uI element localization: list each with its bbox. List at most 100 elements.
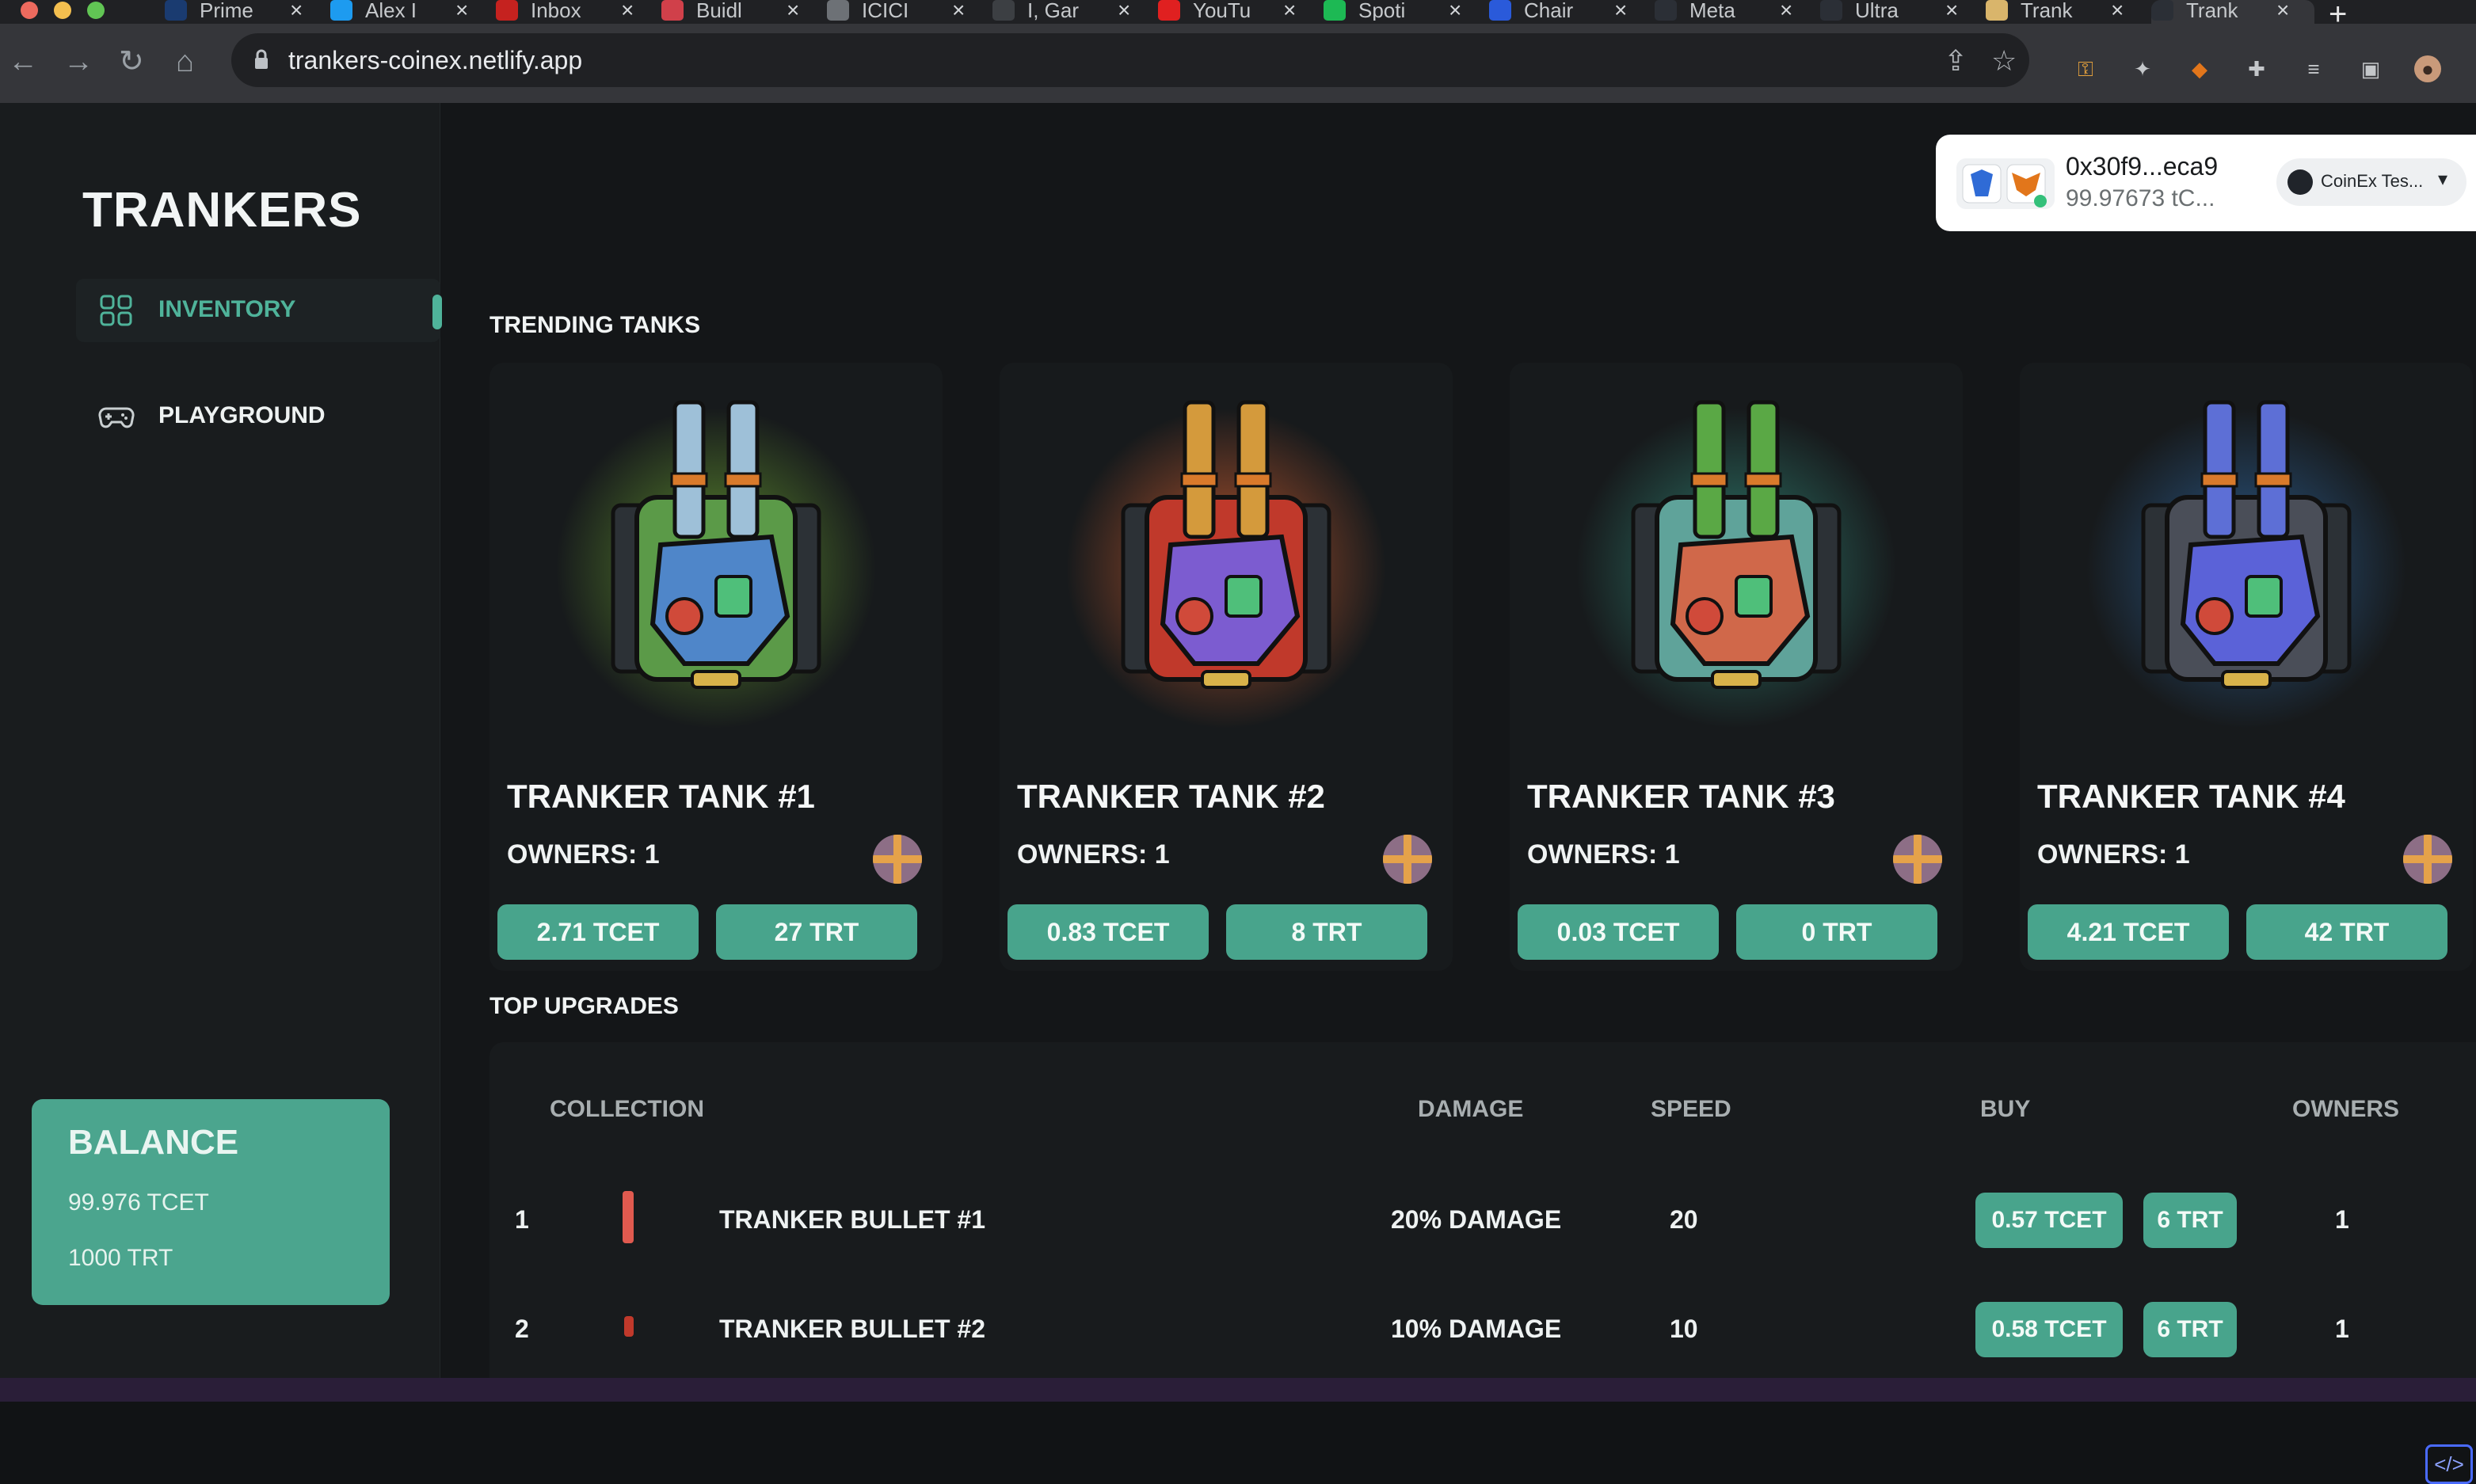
sidebar-item-label: PLAYGROUND [158,402,326,428]
window-zoom-button[interactable] [87,2,105,19]
buy-tcet-button[interactable]: 4.21 TCET [2028,904,2229,960]
network-selector[interactable]: CoinEx Tes... ▾ [2276,158,2466,206]
buy-tcet-button[interactable]: 0.83 TCET [1008,904,1209,960]
tab-close-icon[interactable]: × [787,0,799,21]
tab-close-icon[interactable]: × [455,0,468,21]
tab-close-icon[interactable]: × [1945,0,1958,21]
browser-tab[interactable]: ICICI × [827,0,990,24]
balance-card: BALANCE 99.976 TCET 1000 TRT [32,1099,390,1305]
tab-close-icon[interactable]: × [2276,0,2289,21]
browser-tab[interactable]: Ultra × [1820,0,1983,24]
main-content: 0x30f9...eca9 99.97673 tC... CoinEx Tes.… [440,103,2476,1378]
metamask-wallet-icon [1956,158,2055,209]
balance-trt: 1000 TRT [68,1245,173,1271]
home-icon[interactable]: ⌂ [176,46,194,78]
tab-close-icon[interactable]: × [1614,0,1627,21]
tank-card[interactable]: TRANKER TANK #2 OWNERS: 1 0.83 TCET 8 TRT [1000,363,1453,971]
browser-tab-label: Inbox [531,0,581,21]
chainlink-icon [1489,0,1511,21]
globe-icon [827,0,849,21]
tank-card[interactable]: TRANKER TANK #1 OWNERS: 1 2.71 TCET 27 TRT [489,363,943,971]
browser-tab-label: YouTu [1193,0,1251,21]
bookmark-star-icon[interactable]: ☆ [1991,44,2017,78]
upgrade-speed: 20 [1670,1205,1698,1234]
sidebar-toggle-icon[interactable]: ▣ [2357,55,2384,82]
tank-card[interactable]: TRANKER TANK #3 OWNERS: 1 0.03 TCET 0 TRT [1510,363,1963,971]
browser-tab[interactable]: Buidl × [661,0,825,24]
url-text: trankers-coinex.netlify.app [288,46,583,74]
buy-tcet-button[interactable]: 0.57 TCET [1975,1193,2123,1248]
wallet-balance: 99.97673 tC... [2066,185,2215,211]
upgrade-owners: 1 [2335,1315,2349,1343]
profile-avatar[interactable]: ● [2414,55,2441,82]
buy-trt-button[interactable]: 42 TRT [2246,904,2447,960]
extension-puzzle-grey-icon[interactable]: ✦ [2129,55,2156,82]
wallet-connect-widget[interactable]: 0x30f9...eca9 99.97673 tC... CoinEx Tes.… [1936,135,2476,231]
extension-key-icon[interactable]: ⚿ [2072,55,2099,82]
tab-close-icon[interactable]: × [621,0,634,21]
row-rank: 2 [515,1315,529,1343]
sidebar-item-label: INVENTORY [158,296,296,322]
table-row: 2 TRANKER BULLET #2 10% DAMAGE 10 0.58 TCET 6… [489,1297,2476,1360]
sidebar-item-inventory[interactable]: INVENTORY [76,279,442,342]
metamask-fox-icon[interactable]: ◆ [2186,55,2213,82]
tab-close-icon[interactable]: × [1118,0,1130,21]
browser-tab[interactable]: Alex I × [330,0,493,24]
buy-tcet-button[interactable]: 0.58 TCET [1975,1302,2123,1357]
tab-close-icon[interactable]: × [1780,0,1792,21]
extensions-puzzle-icon[interactable]: ✚ [2243,55,2270,82]
tank-image [1631,400,1842,689]
tab-close-icon[interactable]: × [2111,0,2124,21]
buy-trt-button[interactable]: 27 TRT [716,904,917,960]
buy-trt-button[interactable]: 0 TRT [1736,904,1937,960]
top-upgrades-title: TOP UPGRADES [489,993,679,1019]
buy-tcet-button[interactable]: 0.03 TCET [1518,904,1719,960]
browser-tab[interactable]: Trank × [2151,0,2314,24]
dev-tools-icon[interactable]: </> [2425,1444,2473,1484]
share-icon[interactable]: ⇪ [1944,44,1967,78]
window-minimize-button[interactable] [54,2,71,19]
buy-tcet-button[interactable]: 2.71 TCET [497,904,699,960]
sidebar-item-playground[interactable]: PLAYGROUND [76,385,440,448]
browser-tab-label: Spoti [1358,0,1406,21]
upgrades-table: COLLECTION DAMAGE SPEED BUY OWNERS 1 TRAN… [489,1042,2476,1378]
wallet-address: 0x30f9...eca9 [2066,152,2219,181]
buy-trt-button[interactable]: 6 TRT [2143,1302,2237,1357]
browser-tab[interactable]: Inbox × [496,0,659,24]
back-icon[interactable]: ← [8,46,38,78]
forward-icon[interactable]: → [63,46,93,78]
trending-tanks-title: TRENDING TANKS [489,312,701,338]
browser-toolbar: ← → ↻ ⌂ trankers-coinex.netlify.app ⇪ ☆ … [0,24,2476,103]
browser-tab[interactable]: Trank × [1986,0,2149,24]
browser-tab-label: Prime [200,0,253,21]
address-bar[interactable]: trankers-coinex.netlify.app ⇪ ☆ [231,33,2029,87]
upgrade-damage: 10% DAMAGE [1391,1315,1562,1343]
chevron-down-icon: ▾ [2438,169,2448,190]
upgrade-damage: 20% DAMAGE [1391,1205,1562,1234]
tab-close-icon[interactable]: × [1449,0,1461,21]
tab-close-icon[interactable]: × [1283,0,1296,21]
browser-tab[interactable]: Prime × [165,0,328,24]
reload-icon[interactable]: ↻ [119,46,144,78]
browser-tab[interactable]: Meta × [1655,0,1818,24]
d-icon [1655,0,1677,21]
browser-tab[interactable]: Spoti × [1324,0,1487,24]
browser-tab-label: Trank [2021,0,2073,21]
browser-tab[interactable]: YouTu × [1158,0,1321,24]
tank-badge-icon [1893,835,1942,884]
window-close-button[interactable] [21,2,38,19]
brand-logo-text: TRANKERS [82,183,362,238]
browser-tab-label: Chair [1524,0,1574,21]
tank-card[interactable]: TRANKER TANK #4 OWNERS: 1 4.21 TCET 42 TRT [2020,363,2473,971]
buy-trt-button[interactable]: 8 TRT [1226,904,1427,960]
tab-close-icon[interactable]: × [952,0,965,21]
tab-close-icon[interactable]: × [290,0,303,21]
twitter-icon [330,0,352,21]
tank-owners: OWNERS: 1 [1527,839,1680,869]
browser-tab[interactable]: I, Gar × [992,0,1156,24]
buy-trt-button[interactable]: 6 TRT [2143,1193,2237,1248]
reading-list-icon[interactable]: ≡ [2300,55,2327,82]
youtube-icon [1158,0,1180,21]
browser-tab[interactable]: Chair × [1489,0,1652,24]
prime-video-icon [165,0,187,21]
